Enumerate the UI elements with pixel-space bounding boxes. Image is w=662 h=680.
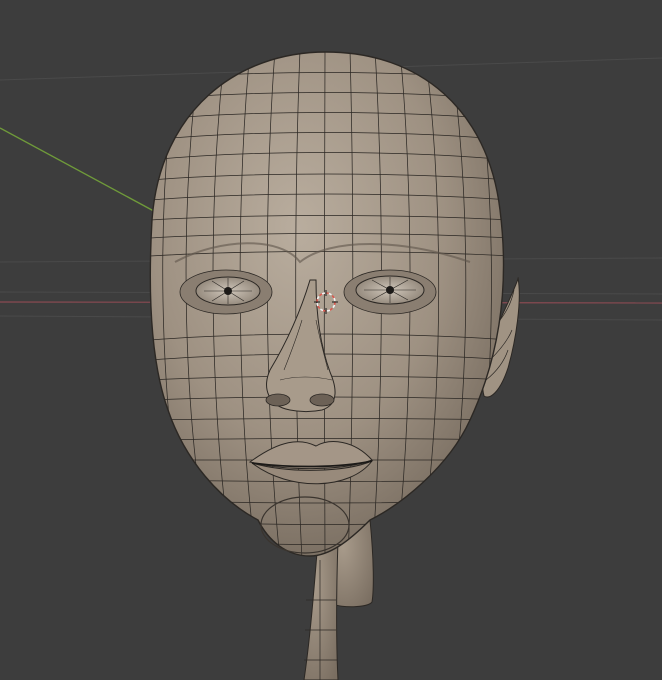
- left-eye[interactable]: [179, 269, 273, 315]
- right-eye[interactable]: [343, 269, 437, 315]
- viewport-canvas[interactable]: [0, 0, 662, 680]
- head-mesh[interactable]: [149, 50, 510, 560]
- 3d-viewport[interactable]: [0, 0, 662, 680]
